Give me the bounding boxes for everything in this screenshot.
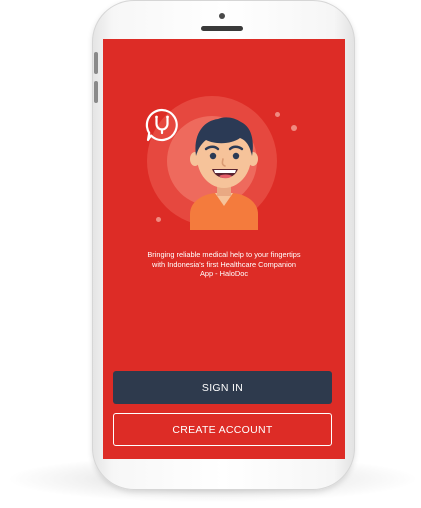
phone-camera (219, 13, 225, 19)
phone-volume-up-button (94, 52, 98, 74)
decorative-dot (291, 125, 297, 131)
tagline-text: Bringing reliable medical help to your f… (147, 250, 301, 278)
smiling-boy-avatar (190, 117, 258, 230)
stethoscope-chat-bubble-icon (145, 108, 178, 142)
create-account-button[interactable]: CREATE ACCOUNT (113, 413, 332, 446)
decorative-dot (156, 217, 161, 222)
sign-in-button[interactable]: SIGN IN (113, 371, 332, 404)
phone-volume-down-button (94, 81, 98, 103)
mockup-stage: Bringing reliable medical help to your f… (0, 0, 421, 508)
decorative-dot (275, 112, 280, 117)
app-screen: Bringing reliable medical help to your f… (103, 39, 345, 459)
phone-speaker (201, 26, 243, 31)
